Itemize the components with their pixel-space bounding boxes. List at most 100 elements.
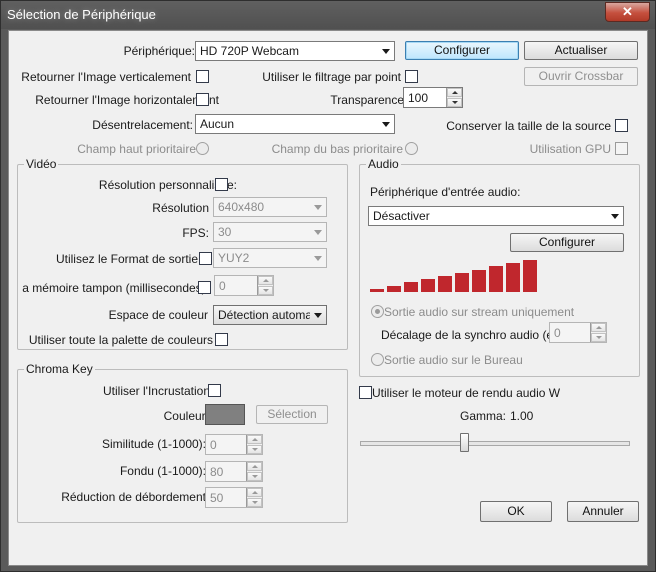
buffer-spinner[interactable]: 0 (214, 275, 274, 296)
sync-offset-label: Décalage de la synchro audio (en (381, 328, 560, 342)
select-color-button[interactable]: Sélection (256, 405, 328, 424)
open-crossbar-button[interactable]: Ouvrir Crossbar (524, 67, 638, 86)
sync-offset-spinner[interactable]: 0 (549, 322, 607, 343)
gamma-value: 1.00 (510, 409, 534, 423)
audio-level-bar (472, 270, 486, 292)
flip-horizontal-checkbox[interactable] (196, 93, 209, 106)
use-key-label: Utiliser l'Incrustation (103, 384, 210, 398)
upper-field-radio[interactable] (196, 142, 209, 155)
audio-level-bar (523, 260, 537, 292)
spinner-arrows[interactable] (246, 488, 262, 507)
audio-input-label: Périphérique d'entrée audio: (370, 185, 521, 199)
similarity-spinner[interactable]: 0 (205, 434, 263, 455)
blend-spinner[interactable]: 80 (205, 461, 263, 482)
colorspace-select[interactable]: Détection automa (213, 305, 327, 325)
full-palette-checkbox[interactable] (215, 333, 228, 346)
gamma-slider-thumb[interactable] (460, 433, 469, 452)
buffer-checkbox[interactable] (198, 281, 211, 294)
point-filter-label: Utiliser le filtrage par point (262, 70, 401, 84)
spin-up-icon[interactable] (247, 488, 262, 497)
spin-down-icon[interactable] (258, 286, 273, 295)
flip-vertical-checkbox[interactable] (196, 70, 209, 83)
spin-down-icon[interactable] (247, 445, 262, 454)
transparency-value: 100 (408, 91, 429, 105)
spill-reduction-spinner[interactable]: 50 (205, 487, 263, 508)
deinterlace-label: Désentrelacement: (92, 118, 193, 132)
keep-source-size-checkbox[interactable] (615, 119, 628, 132)
audio-input-value: Désactiver (373, 209, 430, 223)
audio-level-bar (370, 289, 384, 292)
spinner-arrows[interactable] (590, 323, 606, 342)
gamma-slider-track[interactable] (360, 441, 630, 446)
spin-up-icon[interactable] (247, 462, 262, 471)
audio-group-title: Audio (366, 157, 401, 171)
spinner-arrows[interactable] (246, 435, 262, 454)
transparency-spinner[interactable]: 100 (403, 87, 463, 108)
output-format-checkbox[interactable] (199, 252, 212, 265)
spin-up-icon[interactable] (447, 88, 462, 97)
output-format-label: Utilisez le Format de sortie (55, 252, 198, 266)
chevron-down-icon (314, 313, 322, 318)
use-gpu-checkbox[interactable] (615, 142, 628, 155)
audio-level-bar (455, 273, 469, 292)
output-stream-only-radio[interactable] (371, 305, 384, 318)
keep-source-size-label: Conserver la taille de la source (446, 119, 611, 133)
spin-down-icon[interactable] (591, 333, 606, 342)
fps-label: FPS: (182, 226, 209, 240)
chroma-key-group-title: Chroma Key (24, 362, 95, 376)
close-button[interactable]: ✕ (605, 2, 650, 22)
use-gpu-label: Utilisation GPU (529, 142, 611, 156)
video-group-title: Vidéo (24, 157, 59, 171)
lower-field-label: Champ du bas prioritaire (271, 142, 403, 156)
full-palette-label: Utiliser toute la palette de couleurs (28, 333, 213, 347)
spin-up-icon[interactable] (591, 323, 606, 332)
lower-field-radio[interactable] (405, 142, 418, 155)
colorspace-label: Espace de couleur (108, 308, 208, 322)
fps-value: 30 (218, 225, 232, 239)
wave-renderer-label: Utiliser le moteur de rendu audio W (372, 386, 561, 400)
audio-input-select[interactable]: Désactiver (368, 206, 624, 226)
key-color-swatch[interactable] (205, 404, 245, 425)
chevron-down-icon (382, 122, 390, 127)
deinterlace-select[interactable]: Aucun (195, 114, 395, 134)
configure-audio-button[interactable]: Configurer (510, 233, 624, 252)
audio-level-bar (404, 282, 418, 292)
audio-level-bar (421, 279, 435, 292)
spin-down-icon[interactable] (247, 472, 262, 481)
audio-level-bar (506, 263, 520, 292)
chevron-down-icon (611, 214, 619, 219)
output-desktop-label: Sortie audio sur le Bureau (384, 353, 523, 367)
spinner-arrows[interactable] (246, 462, 262, 481)
spin-up-icon[interactable] (258, 276, 273, 285)
chevron-down-icon (314, 230, 322, 235)
spinner-arrows[interactable] (257, 276, 273, 295)
spinner-arrows[interactable] (446, 88, 462, 107)
audio-level-bar (438, 276, 452, 292)
key-color-label: Couleur: (163, 409, 209, 423)
resolution-select[interactable]: 640x480 (213, 197, 327, 217)
title-bar[interactable]: Sélection de Périphérique ✕ (1, 1, 655, 29)
output-desktop-radio[interactable] (371, 353, 384, 366)
custom-resolution-checkbox[interactable] (215, 178, 228, 191)
spin-down-icon[interactable] (447, 98, 462, 107)
spill-reduction-label: Réduction de débordement (61, 490, 206, 504)
ok-button[interactable]: OK (480, 501, 552, 522)
configure-device-button[interactable]: Configurer (405, 41, 519, 60)
colorspace-value: Détection automa (218, 308, 310, 322)
transparency-label: Transparence (330, 93, 404, 107)
resolution-label: Résolution (152, 201, 209, 215)
device-select[interactable]: HD 720P Webcam (195, 41, 395, 61)
fps-select[interactable]: 30 (213, 222, 327, 242)
spin-down-icon[interactable] (247, 498, 262, 507)
point-filter-checkbox[interactable] (405, 70, 418, 83)
chevron-down-icon (382, 49, 390, 54)
use-key-checkbox[interactable] (208, 384, 221, 397)
spin-up-icon[interactable] (247, 435, 262, 444)
device-selection-window: Sélection de Périphérique ✕ Périphérique… (0, 0, 656, 572)
output-format-value: YUY2 (218, 251, 250, 265)
refresh-button[interactable]: Actualiser (524, 41, 638, 60)
output-format-select[interactable]: YUY2 (213, 248, 327, 268)
wave-renderer-checkbox[interactable] (359, 386, 372, 399)
cancel-button[interactable]: Annuler (567, 501, 639, 522)
upper-field-label: Champ haut prioritaire (77, 142, 196, 156)
